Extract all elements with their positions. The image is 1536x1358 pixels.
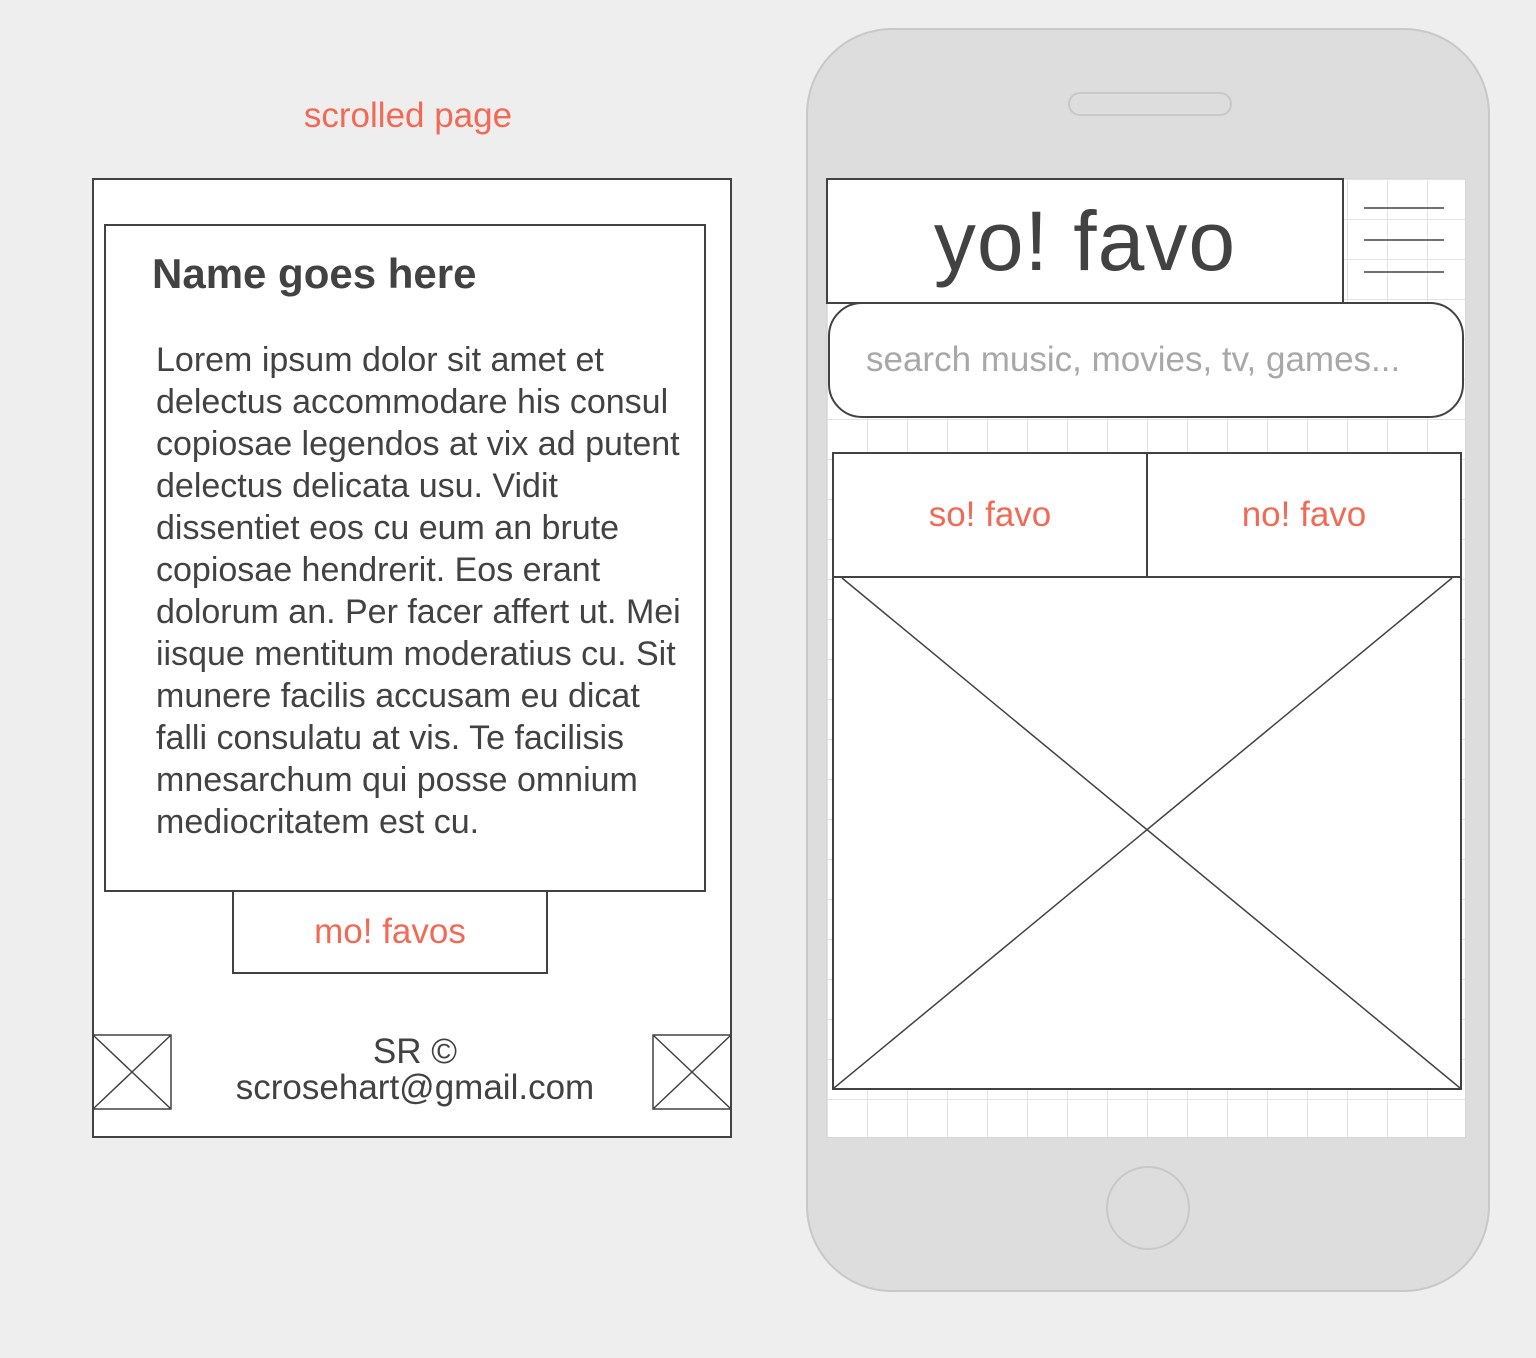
card-title: Name goes here (152, 250, 477, 297)
footer-left-image-placeholder-icon (92, 1034, 172, 1110)
more-favos-button[interactable]: mo! favos (232, 890, 548, 974)
phone-speaker (1068, 92, 1232, 116)
favo-tabs: so! favo no! favo (832, 452, 1462, 578)
card-body-text: Lorem ipsum dolor sit amet et delectus a… (156, 341, 681, 841)
hamburger-menu-icon[interactable] (1344, 178, 1466, 304)
scrolled-page-caption: scrolled page (303, 96, 513, 135)
tab-so-favo[interactable]: so! favo (834, 454, 1146, 576)
footer-email-link[interactable]: scrosehart@gmail.com (190, 1070, 640, 1106)
phone-home-button[interactable] (1106, 1166, 1190, 1250)
app-title: yo! favo (933, 193, 1237, 288)
footer-credits: SR © scrosehart@gmail.com (190, 1034, 640, 1106)
footer-copyright: SR © (372, 1032, 458, 1071)
search-input[interactable] (828, 302, 1464, 418)
footer-right-image-placeholder-icon (652, 1034, 732, 1110)
tab-no-favo[interactable]: no! favo (1146, 454, 1460, 576)
main-image-placeholder-icon (832, 576, 1462, 1090)
